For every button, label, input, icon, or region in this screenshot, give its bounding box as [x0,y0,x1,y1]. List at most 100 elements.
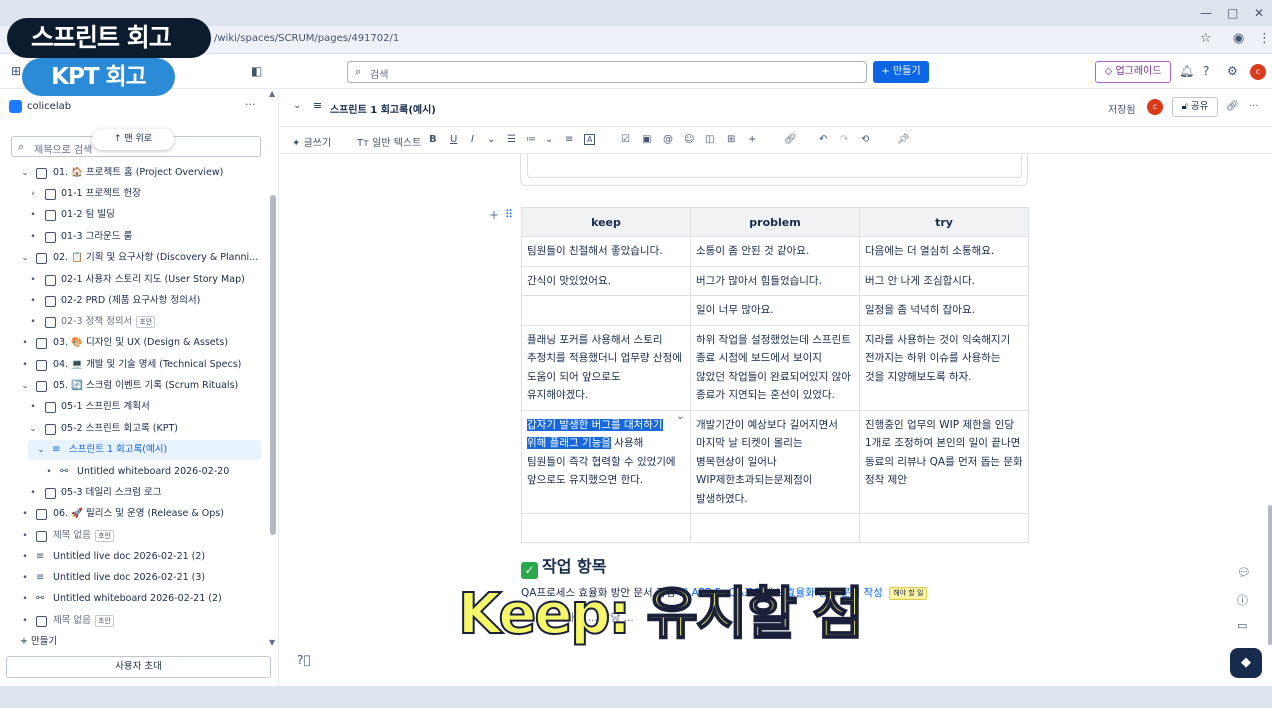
table-icon[interactable]: ⊞ [727,134,735,145]
chevron-down-icon[interactable]: ⌄ [20,163,30,183]
table-cell[interactable] [521,295,691,326]
table-cell[interactable]: 진행중인 업무의 WIP 제한을 인당 1개로 조정하여 본인의 일이 끝나면 … [859,409,1029,514]
sidebar-item[interactable]: ⌄ 05. 🔄 스크럼 이벤트 기록 (Scrum Rituals) [18,376,268,396]
space-more-icon[interactable]: ··· [245,98,256,111]
sidebar-item[interactable]: • ≡ Untitled live doc 2026-02-21 (2) [18,547,268,567]
chevron-down-icon[interactable]: ⌄ [28,419,38,439]
insert-plus-icon[interactable]: + [748,134,756,145]
align-icon[interactable]: ≡ [565,134,573,145]
settings-gear-icon[interactable]: ⚙ [1227,64,1238,78]
table-cell[interactable]: 일정을 좀 넉넉히 잡아요. [859,295,1029,326]
pin-icon[interactable]: 📌︎ [897,134,910,145]
table-cell[interactable] [521,513,691,543]
sidebar-item[interactable]: • 제목 없음 초안 [18,611,268,631]
sidebar-scrollbar[interactable] [270,195,276,535]
italic-icon[interactable]: I [471,134,474,145]
minimize-icon[interactable]: — [1200,6,1212,20]
ai-assistant-button[interactable]: ◆ [1230,648,1262,678]
invite-users-button[interactable]: 사용자 초대 [6,656,271,678]
chevron-down-icon[interactable]: ⌄ [20,248,30,268]
sidebar-item[interactable]: • 제목 없음 초안 [18,526,268,546]
table-cell[interactable]: 팀원들이 친절해서 좋았습니다. [521,236,691,267]
scroll-up-arrow-icon[interactable]: ▲ [269,89,275,98]
scroll-to-top-button[interactable]: ↑ 맨 위로 [92,129,174,150]
text-style-dropdown[interactable]: Tт 일반 텍스트 [357,134,421,149]
collaborator-avatar[interactable]: c [1147,99,1163,115]
help-circle-icon[interactable]: ?⃝ [297,653,311,667]
main-scrollbar[interactable] [1268,505,1272,645]
create-button[interactable]: + 만들기 [873,61,929,83]
table-cell[interactable]: 개발기간이 예상보다 길어지면서 마지막 날 티켓이 몰리는 병목현상이 일어나… [690,409,860,514]
ai-writing-button[interactable]: ✦ 글쓰기 [292,134,331,149]
sidebar-item[interactable]: • 04. 💻 개발 및 기술 명세 (Technical Specs) [18,355,268,375]
text-color-icon[interactable]: A [584,134,596,145]
more-actions-icon[interactable]: ··· [1249,101,1259,112]
undo-icon[interactable]: ↶ [819,134,827,145]
list-chevron-icon[interactable]: ⌄ [545,134,553,145]
sidebar-item[interactable]: • 02-1 사용자 스토리 지도 (User Story Map) [28,270,268,290]
layout-icon[interactable]: ◫ [705,134,714,145]
copy-link-icon[interactable]: 🔗︎ [1226,101,1239,112]
help-icon[interactable]: ? [1203,64,1209,78]
table-cell[interactable]: 소통이 좀 안된 것 같아요. [690,236,860,267]
url-text[interactable]: /wiki/spaces/SCRUM/pages/491702/1 [214,33,399,44]
add-block-plus-icon[interactable]: + [489,208,499,222]
collapse-chevron-icon[interactable]: ⌄ [293,100,301,111]
bookmark-star-icon[interactable]: ☆ [1200,31,1212,46]
table-cell[interactable]: 간식이 맛있었어요. [521,265,691,296]
table-cell[interactable]: 일이 너무 많아요. [690,295,860,326]
upgrade-button[interactable]: ◇ 업그레이드 [1095,61,1171,83]
chevron-right-icon[interactable]: › [28,184,38,204]
mention-icon[interactable]: @ [663,134,673,145]
sidebar-item[interactable]: • 05-1 스프린트 계획서 [28,397,268,417]
table-header-problem[interactable]: problem [690,207,860,237]
table-header-keep[interactable]: keep [521,207,691,237]
sidebar-item[interactable]: • 02-3 정책 정의서 초안 [28,312,268,332]
more-format-chevron-icon[interactable]: ⌄ [487,134,495,145]
emoji-icon[interactable]: ☺ [684,134,694,145]
kpt-table[interactable]: keep problem try 팀원들이 친절해서 좋았습니다. 소통이 좀 … [521,207,1029,543]
sidebar-item[interactable]: ⌄ 05-2 스프린트 회고록 (KPT) [28,419,268,439]
image-icon[interactable]: ▣ [642,134,651,145]
drag-handle-icon[interactable]: ⠿ [505,208,513,221]
close-icon[interactable]: ✕ [1254,6,1264,20]
sidebar-item[interactable]: • 05-3 데일리 스크럼 로그 [28,483,268,503]
sidebar-item[interactable]: • 03. 🎨 디자인 및 UX (Design & Assets) [18,333,268,353]
info-icon[interactable]: ⓘ [1237,592,1248,608]
page-title[interactable]: 스프린트 1 회고록(예시) [330,101,436,116]
scroll-down-arrow-icon[interactable]: ▼ [269,638,275,647]
sidebar-item[interactable]: › 01-1 프로젝트 헌장 [28,184,268,204]
bullet-list-icon[interactable]: ☰ [507,134,516,145]
profile-icon[interactable]: ◉ [1233,31,1244,46]
chevron-down-icon[interactable]: ⌄ [20,376,30,396]
sidebar-item[interactable]: • 01-3 그라운드 룰 [28,227,268,247]
sidebar-item[interactable]: • ≡ Untitled live doc 2026-02-21 (3) [18,568,268,588]
underline-icon[interactable]: U [450,134,457,145]
cell-options-chevron-icon[interactable]: ⌄ [676,411,684,422]
table-cell[interactable]: 다음에는 더 열심히 소통해요. [859,236,1029,267]
browser-menu-icon[interactable]: ⋮ [1258,31,1271,46]
maximize-icon[interactable]: □ [1227,6,1238,20]
table-cell-selected[interactable]: 갑자기 발생한 버그를 대처하기 위해 플래그 기능을 사용해 팀원들이 즉각 … [521,409,691,514]
sidebar-item[interactable]: ⌄ 02. 📋 기획 및 요구사항 (Discovery & Planni... [18,248,268,268]
table-cell[interactable] [690,513,860,543]
sidebar-create-item[interactable]: + 만들기 [18,632,268,652]
sidebar-item[interactable]: • 02-2 PRD (제품 요구사항 정의서) [28,291,268,311]
table-cell[interactable]: 플래닝 포커를 사용해서 스토리 추정치를 적용했더니 업무량 산정에 도움이 … [521,324,691,411]
history-icon[interactable]: ⟲ [861,134,869,145]
table-cell[interactable]: 지라를 사용하는 것이 익숙해지기 전까지는 하위 이슈를 사용하는 것을 지양… [859,324,1029,411]
table-cell[interactable]: 버그가 많아서 힘들었습니다. [690,265,860,296]
redo-icon[interactable]: ↷ [840,134,848,145]
sidebar-item-active[interactable]: ⌄ ≡ 스프린트 1 회고록(예시) [28,440,261,460]
link-icon[interactable]: 🔗︎ [784,134,797,145]
chevron-down-icon[interactable]: ⌄ [36,440,46,460]
checkbox-icon[interactable]: ☑ [621,134,630,145]
video-icon[interactable]: ▭ [1237,619,1247,632]
user-avatar[interactable]: c [1250,64,1266,80]
sidebar-item[interactable]: • 01-2 팀 빌딩 [28,205,268,225]
sidebar-item[interactable]: • 06. 🚀 릴리스 및 운영 (Release & Ops) [18,504,268,524]
share-button[interactable]: 🔓︎ 공유 [1172,97,1218,117]
search-input[interactable]: ⌕ 검색 [347,61,867,83]
space-name[interactable]: colicelab [27,101,71,112]
numbered-list-icon[interactable]: ≔ [526,134,536,145]
